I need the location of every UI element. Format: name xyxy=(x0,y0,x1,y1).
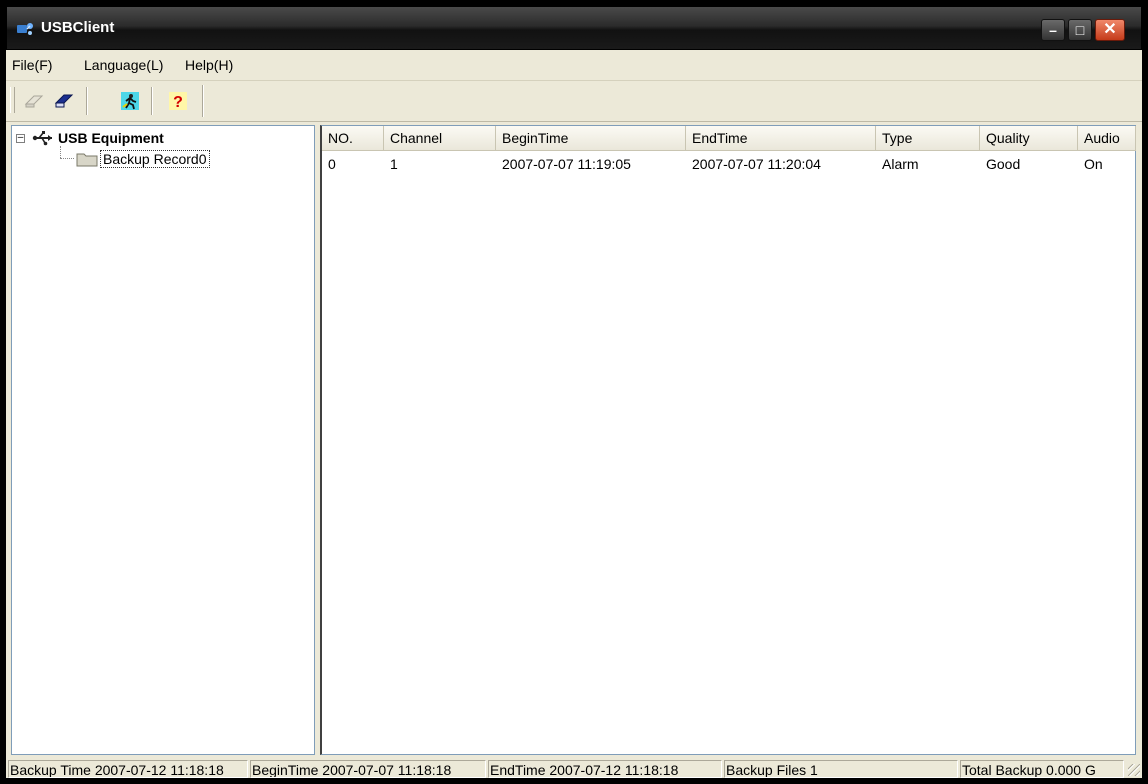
usbclient-window: USBClient – □ ✕ File(F) Language(L) Help… xyxy=(6,6,1142,778)
cell-no: 0 xyxy=(328,156,336,172)
toolbar-button-help[interactable]: ? xyxy=(166,89,190,113)
tree-node-usb-equipment[interactable]: USB Equipment xyxy=(58,130,164,146)
running-man-exit-icon xyxy=(121,92,139,110)
list-header: NO. Channel BeginTime EndTime Type Quali… xyxy=(322,126,1136,151)
toolbar-grip[interactable] xyxy=(10,87,15,113)
status-bar: Backup Time 2007-07-12 11:18:18 BeginTim… xyxy=(6,758,1142,778)
maximize-button[interactable]: □ xyxy=(1068,19,1092,41)
toolbar-button-exit[interactable] xyxy=(118,89,142,113)
menu-file[interactable]: File(F) xyxy=(12,57,52,73)
tree-expander-collapse[interactable]: – xyxy=(16,133,25,143)
svg-text:?: ? xyxy=(173,94,183,111)
column-header-begintime[interactable]: BeginTime xyxy=(496,126,686,150)
minimize-button[interactable]: – xyxy=(1041,19,1065,41)
cell-begintime: 2007-07-07 11:19:05 xyxy=(502,156,631,172)
menu-help[interactable]: Help(H) xyxy=(185,57,233,73)
toolbar-end xyxy=(202,85,204,117)
column-header-channel[interactable]: Channel xyxy=(384,126,496,150)
menu-bar: File(F) Language(L) Help(H) xyxy=(6,50,1142,81)
usb-icon xyxy=(32,131,52,146)
eraser-blue-icon xyxy=(54,94,74,108)
tree-node-backup-record[interactable]: Backup Record0 xyxy=(100,150,210,168)
menu-language[interactable]: Language(L) xyxy=(84,57,163,73)
help-question-icon: ? xyxy=(169,92,187,111)
cell-quality: Good xyxy=(986,156,1021,172)
cell-type: Alarm xyxy=(882,156,919,172)
toolbar: ? xyxy=(6,81,1142,122)
status-end-time: EndTime 2007-07-12 11:18:18 xyxy=(488,760,722,778)
window-title: USBClient xyxy=(41,19,115,36)
column-header-type[interactable]: Type xyxy=(876,126,980,150)
column-header-quality[interactable]: Quality xyxy=(980,126,1078,150)
close-button[interactable]: ✕ xyxy=(1095,19,1125,41)
cell-endtime: 2007-07-07 11:20:04 xyxy=(692,156,821,172)
device-tree[interactable]: – USB Equipment Backup Record0 xyxy=(11,125,315,755)
status-backup-files: Backup Files 1 xyxy=(724,760,958,778)
tree-connector xyxy=(60,146,61,158)
status-begin-time: BeginTime 2007-07-07 11:18:18 xyxy=(250,760,486,778)
column-header-audio[interactable]: Audio xyxy=(1078,126,1136,150)
eraser-icon xyxy=(24,95,44,108)
cell-channel: 1 xyxy=(390,156,398,172)
toolbar-separator xyxy=(151,87,153,115)
cell-audio: On xyxy=(1084,156,1103,172)
column-header-no[interactable]: NO. xyxy=(322,126,384,150)
status-backup-time: Backup Time 2007-07-12 11:18:18 xyxy=(8,760,248,778)
folder-icon xyxy=(76,153,98,167)
status-total-backup: Total Backup 0.000 G xyxy=(960,760,1124,778)
toolbar-button-eraser[interactable] xyxy=(52,89,76,113)
record-list[interactable]: NO. Channel BeginTime EndTime Type Quali… xyxy=(320,125,1136,755)
toolbar-button-eraser-disabled[interactable] xyxy=(22,89,46,113)
table-row[interactable]: 0 1 2007-07-07 11:19:05 2007-07-07 11:20… xyxy=(322,154,1136,174)
app-usb-icon xyxy=(17,23,33,35)
column-header-endtime[interactable]: EndTime xyxy=(686,126,876,150)
title-bar[interactable]: USBClient – □ ✕ xyxy=(6,6,1142,50)
toolbar-separator xyxy=(86,87,88,115)
tree-connector xyxy=(60,158,74,159)
resize-grip[interactable] xyxy=(1128,764,1140,776)
